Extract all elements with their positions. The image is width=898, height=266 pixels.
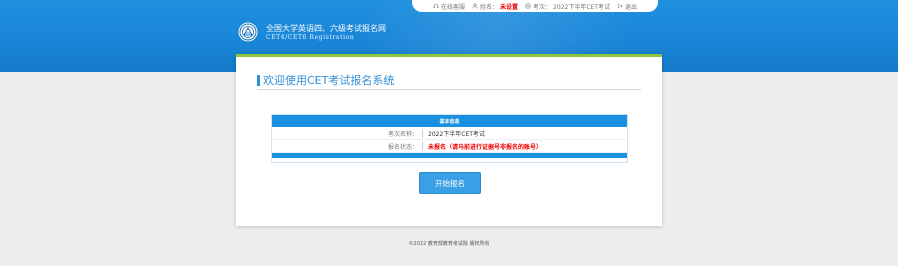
user-toolbar: 在线客服 姓名： 未设置 考次： 2022下半年CET考试 退出 (412, 0, 658, 12)
page-footer: ©2022 教育部教育考试院 版权所有 (408, 241, 490, 247)
cet-logo-icon (238, 22, 258, 42)
site-title: 全国大学英语四、六级考试报名网 (266, 24, 386, 33)
user-icon (472, 3, 478, 9)
card-accent-line (236, 54, 662, 57)
exam-label: 考次： (533, 3, 552, 11)
start-registration-button[interactable]: 开始报名 (419, 172, 481, 194)
title-divider (257, 89, 641, 90)
exam-value: 2022下半年CET考试 (553, 3, 610, 11)
site-subtitle: CET4/CET6 Registration (266, 34, 355, 41)
globe-icon (525, 3, 531, 9)
registration-status-value: 未报名（请马前进行证据号非报名的账号） (428, 143, 543, 151)
info-table-footer (272, 153, 627, 158)
logout-label: 退出 (624, 3, 637, 11)
logout-icon (617, 3, 623, 9)
online-service-link[interactable]: 在线客服 (433, 2, 465, 11)
exam-session-info: 考次： 2022下半年CET考试 (525, 2, 610, 11)
row-separator (422, 141, 423, 151)
exam-name-value: 2022下半年CET考试 (428, 130, 485, 138)
name-label: 姓名： (480, 3, 499, 11)
row-separator (422, 128, 423, 138)
headset-icon (433, 3, 439, 9)
user-name-info: 姓名： 未设置 (472, 2, 518, 11)
page-title: 欢迎使用CET考试报名系统 (257, 72, 394, 88)
page-title-text: 欢迎使用CET考试报名系统 (263, 74, 395, 87)
registration-status-label: 报名状态： (387, 143, 418, 151)
basic-info-table: 基本信息 考次名称： 2022下半年CET考试 报名状态： 未报名（请马前进行证… (271, 114, 628, 163)
info-table-header: 基本信息 (272, 115, 627, 127)
exam-name-label: 考次名称： (387, 130, 418, 138)
online-service-label: 在线客服 (441, 3, 466, 11)
logout-link[interactable]: 退出 (617, 2, 637, 11)
table-row: 考次名称： 2022下半年CET考试 (272, 127, 627, 140)
title-marker (257, 74, 260, 86)
main-card: 欢迎使用CET考试报名系统 基本信息 考次名称： 2022下半年CET考试 报名… (236, 54, 662, 226)
table-row: 报名状态： 未报名（请马前进行证据号非报名的账号） (272, 140, 627, 153)
name-value: 未设置 (500, 3, 519, 11)
